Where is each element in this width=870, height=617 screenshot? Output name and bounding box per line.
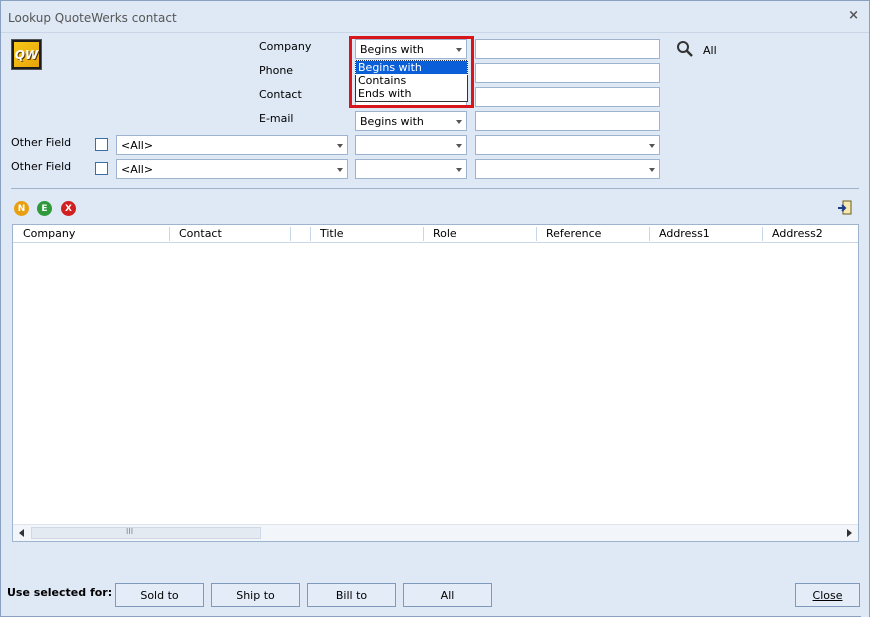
import-icon[interactable] [837, 200, 853, 216]
column-header-address2[interactable]: Address2 [762, 225, 823, 243]
dropdown-option-begins-with[interactable]: Begins with [355, 60, 468, 75]
section-divider [11, 188, 859, 189]
new-icon: N [17, 203, 26, 214]
other-field-match-select-1[interactable] [355, 135, 467, 155]
delete-record-button[interactable]: X [61, 201, 76, 216]
chevron-down-icon [649, 168, 655, 172]
phone-search-input[interactable] [475, 63, 660, 83]
email-search-input[interactable] [475, 111, 660, 131]
other-field-match-select-2[interactable] [355, 159, 467, 179]
search-icon[interactable] [676, 40, 694, 58]
column-header-address1[interactable]: Address1 [649, 225, 710, 243]
column-header-contact[interactable]: Contact [169, 225, 222, 243]
edit-icon: E [41, 203, 48, 214]
chevron-down-icon [456, 168, 462, 172]
dropdown-option-contains[interactable]: Contains [356, 74, 467, 87]
close-button[interactable]: Close [795, 583, 860, 607]
dropdown-option-ends-with[interactable]: Ends with [356, 87, 467, 100]
grid-header: Company Contact Title Role Reference Add… [13, 225, 858, 243]
quotewerks-logo: QW [11, 39, 42, 70]
scroll-left-icon[interactable] [19, 529, 24, 537]
column-header-role[interactable]: Role [423, 225, 457, 243]
other-field-label-2: Other Field [11, 160, 72, 173]
email-label: E-mail [259, 112, 294, 125]
scroll-right-icon[interactable] [847, 529, 852, 537]
window-title: Lookup QuoteWerks contact [8, 11, 177, 25]
column-header-company[interactable]: Company [13, 225, 75, 243]
chevron-down-icon [337, 144, 343, 148]
phone-label: Phone [259, 64, 294, 77]
email-match-select[interactable]: Begins with [355, 111, 467, 131]
match-type-dropdown[interactable]: Begins with Contains Ends with [355, 60, 468, 102]
results-grid[interactable]: Company Contact Title Role Reference Add… [12, 224, 859, 542]
new-record-button[interactable]: N [14, 201, 29, 216]
contact-search-input[interactable] [475, 87, 660, 107]
chevron-down-icon [337, 168, 343, 172]
title-bar: Lookup QuoteWerks contact × [1, 1, 869, 33]
sold-to-button[interactable]: Sold to [115, 583, 204, 607]
bill-to-button[interactable]: Bill to [307, 583, 396, 607]
other-field-checkbox-1[interactable] [95, 138, 108, 151]
scroll-thumb[interactable]: III [31, 527, 261, 539]
lookup-window: Lookup QuoteWerks contact × QW Company P… [0, 0, 870, 617]
horizontal-scrollbar[interactable]: III [13, 524, 858, 541]
company-label: Company [259, 40, 312, 53]
scroll-grip: III [126, 527, 134, 536]
all-button[interactable]: All [403, 583, 492, 607]
other-field-checkbox-2[interactable] [95, 162, 108, 175]
column-header-title[interactable]: Title [310, 225, 344, 243]
delete-icon: X [65, 203, 72, 214]
chevron-down-icon [456, 144, 462, 148]
company-search-input[interactable] [475, 39, 660, 59]
all-link[interactable]: All [703, 44, 717, 57]
other-field-value-select-2[interactable] [475, 159, 660, 179]
column-header-reference[interactable]: Reference [536, 225, 601, 243]
other-field-value-select-1[interactable] [475, 135, 660, 155]
other-field-label-1: Other Field [11, 136, 72, 149]
chevron-down-icon [456, 120, 462, 124]
close-window-icon[interactable]: × [848, 8, 859, 23]
other-field-select-1[interactable]: <All> [116, 135, 348, 155]
chevron-down-icon [649, 144, 655, 148]
edit-record-button[interactable]: E [37, 201, 52, 216]
other-field-select-2[interactable]: <All> [116, 159, 348, 179]
ship-to-button[interactable]: Ship to [211, 583, 300, 607]
use-selected-label: Use selected for: [7, 586, 113, 599]
contact-label: Contact [259, 88, 302, 101]
